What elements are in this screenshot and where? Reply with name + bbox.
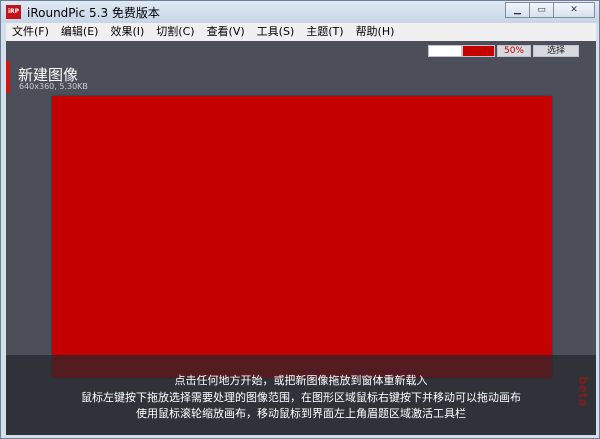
image-preview[interactable]: [52, 96, 552, 378]
window-title: iRoundPic 5.3 免费版本: [27, 6, 160, 20]
hint-line-1: 点击任何地方开始，或把新图像拖放到窗体重新载入: [174, 374, 428, 387]
window-controls: ▁ ▭ ✕: [505, 2, 595, 19]
menu-theme[interactable]: 主题(T): [300, 23, 349, 41]
zoom-level[interactable]: 50%: [497, 45, 531, 57]
menu-edit[interactable]: 编辑(E): [55, 23, 105, 41]
image-info: 640x360, 5.30KB: [19, 82, 88, 91]
title-accent-bar: [6, 61, 10, 93]
maximize-button[interactable]: ▭: [529, 2, 554, 18]
title-bar[interactable]: iRP iRoundPic 5.3 免费版本 ▁ ▭ ✕: [1, 1, 599, 23]
menu-effects[interactable]: 效果(I): [104, 23, 150, 41]
hint-line-2: 鼠标左键按下拖放选择需要处理的图像范围，在图形区域鼠标右键按下并移动可以拖动画布: [81, 391, 521, 404]
select-button[interactable]: 选择: [533, 45, 579, 57]
menu-help[interactable]: 帮助(H): [350, 23, 401, 41]
menu-bar: 文件(F) 编辑(E) 效果(I) 切割(C) 查看(V) 工具(S) 主题(T…: [6, 23, 596, 41]
app-logo-icon: iRP: [6, 5, 21, 19]
hint-overlay: 点击任何地方开始，或把新图像拖放到窗体重新载入 鼠标左键按下拖放选择需要处理的图…: [6, 355, 596, 435]
menu-tools[interactable]: 工具(S): [251, 23, 301, 41]
foreground-color-swatch[interactable]: [462, 45, 495, 57]
beta-badge: beta: [576, 375, 590, 407]
hint-line-3: 使用鼠标滚轮缩放画布，移动鼠标到界面左上角眉题区域激活工具栏: [136, 407, 466, 420]
close-button[interactable]: ✕: [553, 2, 595, 18]
app-window: iRP iRoundPic 5.3 免费版本 ▁ ▭ ✕ 文件(F) 编辑(E)…: [0, 0, 600, 439]
background-color-swatch[interactable]: [428, 45, 462, 57]
canvas-area[interactable]: 50% 选择 新建图像 640x360, 5.30KB 点击任何地方开始，或把新…: [6, 41, 596, 435]
minimize-button[interactable]: ▁: [505, 2, 530, 18]
menu-view[interactable]: 查看(V): [201, 23, 251, 41]
menu-file[interactable]: 文件(F): [6, 23, 55, 41]
menu-cut[interactable]: 切割(C): [150, 23, 200, 41]
